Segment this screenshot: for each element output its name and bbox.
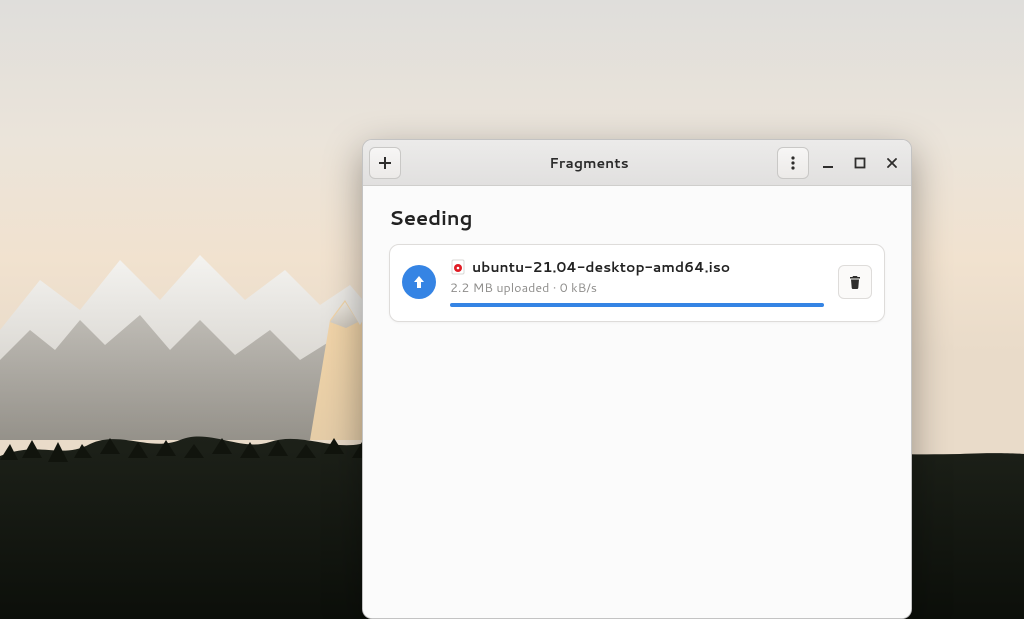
headerbar: Fragments	[363, 140, 911, 186]
menu-button[interactable]	[777, 147, 809, 179]
fragments-window[interactable]: Fragments Seeding	[362, 139, 912, 619]
torrent-status: 2.2 MB uploaded · 0 kB/s	[450, 279, 824, 297]
disc-image-icon	[450, 259, 466, 275]
trash-icon	[847, 274, 863, 290]
upload-icon	[402, 265, 436, 299]
kebab-icon	[785, 155, 801, 171]
close-icon	[885, 156, 899, 170]
torrent-row[interactable]: ubuntu-21.04-desktop-amd64.iso 2.2 MB up…	[389, 244, 885, 322]
maximize-icon	[853, 156, 867, 170]
add-torrent-button[interactable]	[369, 147, 401, 179]
torrent-body: ubuntu-21.04-desktop-amd64.iso 2.2 MB up…	[450, 257, 824, 307]
torrent-filename: ubuntu-21.04-desktop-amd64.iso	[472, 257, 730, 277]
minimize-icon	[821, 156, 835, 170]
remove-torrent-button[interactable]	[838, 265, 872, 299]
plus-icon	[377, 155, 393, 171]
progress-bar	[450, 303, 824, 307]
content-area: Seeding ubuntu-21.04-desktop-amd64.iso 2…	[363, 186, 911, 618]
minimize-button[interactable]	[815, 150, 841, 176]
maximize-button[interactable]	[847, 150, 873, 176]
close-button[interactable]	[879, 150, 905, 176]
progress-fill	[450, 303, 824, 307]
window-title: Fragments	[401, 153, 777, 173]
section-heading-seeding: Seeding	[389, 204, 885, 232]
